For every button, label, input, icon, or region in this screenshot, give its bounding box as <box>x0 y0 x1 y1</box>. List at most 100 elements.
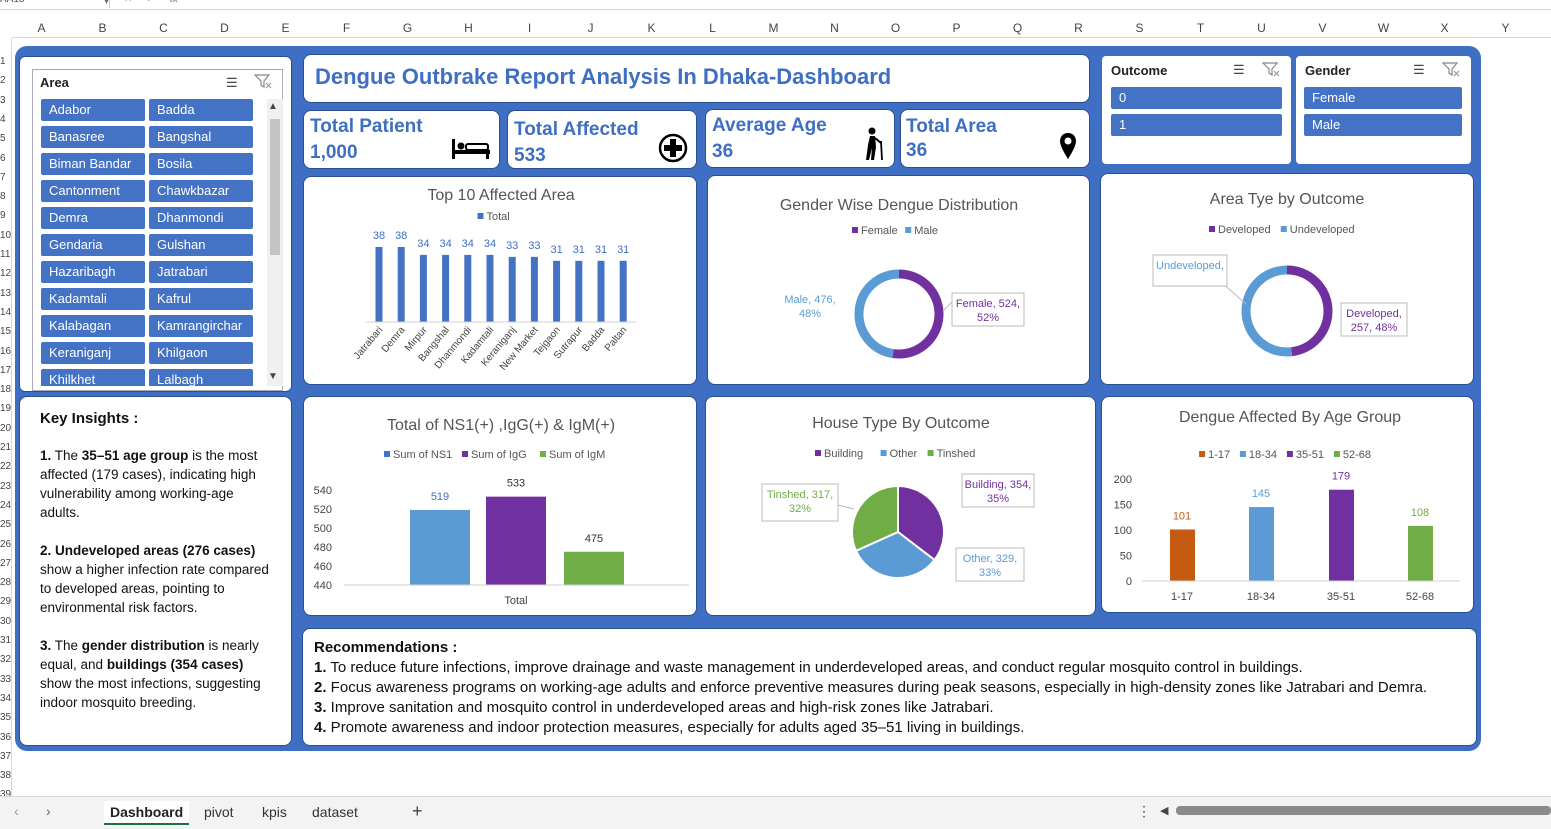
column-header[interactable]: O <box>865 21 926 35</box>
column-header[interactable]: T <box>1170 21 1231 35</box>
column-header[interactable]: H <box>438 21 499 35</box>
row-header[interactable]: 16 <box>0 346 11 357</box>
column-header[interactable]: Y <box>1475 21 1536 35</box>
row-header[interactable]: 19 <box>0 403 11 414</box>
row-header[interactable]: 36 <box>0 732 11 743</box>
area-slicer-item[interactable]: Kalabagan <box>41 315 145 337</box>
area-slicer-item[interactable]: Chawkbazar <box>149 180 253 202</box>
column-header[interactable]: K <box>621 21 682 35</box>
row-header[interactable]: 15 <box>0 326 11 337</box>
column-header[interactable]: A <box>11 21 72 35</box>
name-box-chevron-icon[interactable]: ▾ <box>104 0 109 7</box>
row-header[interactable]: 13 <box>0 288 11 299</box>
column-header[interactable]: P <box>926 21 987 35</box>
row-header[interactable]: 23 <box>0 481 11 492</box>
row-header[interactable]: 20 <box>0 423 11 434</box>
column-header[interactable]: E <box>255 21 316 35</box>
row-header[interactable]: 35 <box>0 712 11 723</box>
area-slicer-item[interactable]: Kamrangirchar <box>149 315 253 337</box>
row-header[interactable]: 12 <box>0 268 11 279</box>
tab-kpis[interactable]: kpis <box>256 801 293 825</box>
row-header[interactable]: 8 <box>0 191 11 202</box>
area-slicer-item[interactable]: Kafrul <box>149 288 253 310</box>
area-slicer-item[interactable]: Keraniganj <box>41 342 145 364</box>
area-slicer-item[interactable]: Hazaribagh <box>41 261 145 283</box>
multi-select-icon[interactable]: ☰ <box>1233 62 1245 78</box>
area-slicer-item[interactable]: Banasree <box>41 126 145 148</box>
row-header[interactable]: 32 <box>0 654 11 665</box>
tab-dataset[interactable]: dataset <box>306 801 364 825</box>
column-header[interactable]: D <box>194 21 255 35</box>
row-header[interactable]: 11 <box>0 249 11 260</box>
row-header[interactable]: 37 <box>0 751 11 762</box>
row-header[interactable]: 21 <box>0 442 11 453</box>
outcome-item[interactable]: 0 <box>1111 87 1282 109</box>
scroll-up-icon[interactable]: ▲ <box>268 101 278 112</box>
column-header[interactable]: R <box>1048 21 1109 35</box>
row-header[interactable]: 31 <box>0 635 11 646</box>
gender-item[interactable]: Female <box>1304 87 1462 109</box>
row-header[interactable]: 38 <box>0 770 11 781</box>
row-header[interactable]: 5 <box>0 133 11 144</box>
scroll-down-icon[interactable]: ▼ <box>268 371 278 382</box>
row-header[interactable]: 33 <box>0 674 11 685</box>
column-header[interactable]: G <box>377 21 438 35</box>
row-header[interactable]: 26 <box>0 539 11 550</box>
column-header[interactable]: F <box>316 21 377 35</box>
tab-dashboard[interactable]: Dashboard <box>104 801 190 825</box>
row-header[interactable]: 22 <box>0 461 11 472</box>
scroll-thumb[interactable] <box>270 119 280 255</box>
row-header[interactable]: 34 <box>0 693 11 704</box>
clear-filter-icon[interactable] <box>253 73 272 94</box>
row-header[interactable]: 3 <box>0 95 11 106</box>
area-slicer-item[interactable]: Lalbagh <box>149 369 253 386</box>
area-slicer-item[interactable]: Bosila <box>149 153 253 175</box>
column-header[interactable]: U <box>1231 21 1292 35</box>
column-header[interactable]: J <box>560 21 621 35</box>
clear-filter-icon[interactable] <box>1261 61 1280 82</box>
row-header[interactable]: 6 <box>0 153 11 164</box>
outcome-item[interactable]: 1 <box>1111 114 1282 136</box>
multi-select-icon[interactable]: ☰ <box>1413 62 1425 78</box>
area-slicer-item[interactable]: Demra <box>41 207 145 229</box>
row-header[interactable]: 1 <box>0 56 11 67</box>
clear-filter-icon[interactable] <box>1441 61 1460 82</box>
function-icon[interactable]: fx <box>170 0 178 5</box>
row-header[interactable]: 2 <box>0 75 11 86</box>
name-box[interactable]: AA18 <box>0 0 110 8</box>
prev-sheet-icon[interactable]: ‹ <box>14 803 19 819</box>
column-header[interactable]: Q <box>987 21 1048 35</box>
area-slicer-item[interactable]: Gulshan <box>149 234 253 256</box>
row-header[interactable]: 28 <box>0 577 11 588</box>
check-icon[interactable]: ✓ <box>146 0 154 5</box>
row-header[interactable]: 29 <box>0 596 11 607</box>
column-header[interactable]: B <box>72 21 133 35</box>
multi-select-icon[interactable]: ☰ <box>226 75 238 91</box>
horizontal-scrollbar[interactable] <box>1176 806 1551 815</box>
area-slicer-item[interactable]: Biman Bandar <box>41 153 145 175</box>
tab-pivot[interactable]: pivot <box>198 801 240 825</box>
area-slicer-item[interactable]: Cantonment <box>41 180 145 202</box>
column-header[interactable]: W <box>1353 21 1414 35</box>
area-slicer-item[interactable]: Jatrabari <box>149 261 253 283</box>
column-header[interactable]: X <box>1414 21 1475 35</box>
row-header[interactable]: 14 <box>0 307 11 318</box>
row-header[interactable]: 30 <box>0 616 11 627</box>
area-slicer-item[interactable]: Bangshal <box>149 126 253 148</box>
row-header[interactable]: 4 <box>0 114 11 125</box>
column-header[interactable]: V <box>1292 21 1353 35</box>
column-header[interactable]: L <box>682 21 743 35</box>
row-header[interactable]: 10 <box>0 230 11 241</box>
row-header[interactable]: 9 <box>0 210 11 221</box>
close-icon[interactable]: ✕ <box>124 0 132 5</box>
gender-item[interactable]: Male <box>1304 114 1462 136</box>
area-slicer-item[interactable]: Gendaria <box>41 234 145 256</box>
area-slicer-item[interactable]: Kadamtali <box>41 288 145 310</box>
column-header[interactable]: N <box>804 21 865 35</box>
row-header[interactable]: 24 <box>0 500 11 511</box>
add-sheet-button[interactable]: + <box>412 801 423 822</box>
column-header[interactable]: M <box>743 21 804 35</box>
row-header[interactable]: 27 <box>0 558 11 569</box>
more-options-icon[interactable]: ⋮ <box>1137 803 1151 820</box>
area-slicer-item[interactable]: Khilkhet <box>41 369 145 386</box>
